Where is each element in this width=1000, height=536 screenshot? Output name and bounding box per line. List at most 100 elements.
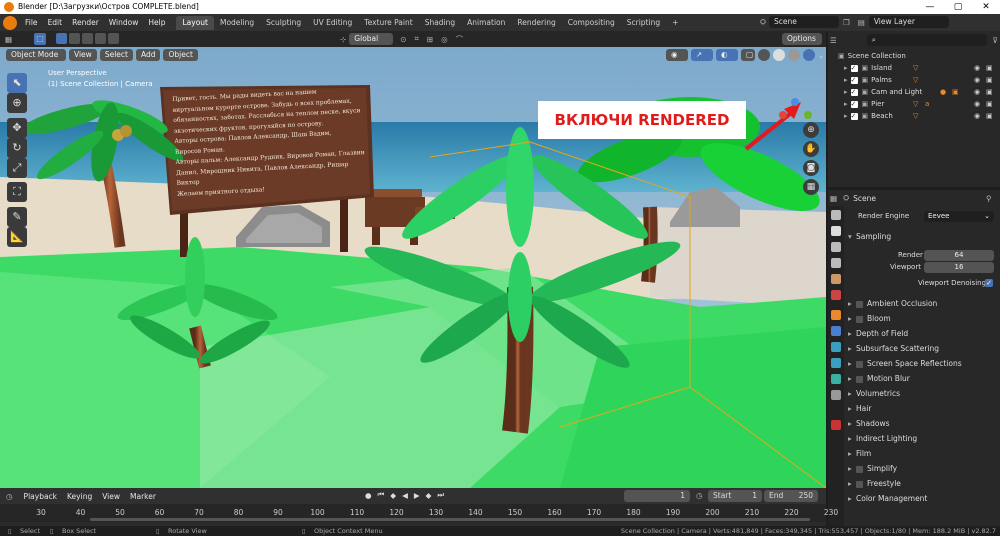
tab-rendering[interactable]: Rendering	[511, 16, 561, 30]
material-tab-icon[interactable]	[831, 420, 841, 430]
render-samples-field[interactable]: 64	[924, 250, 994, 261]
end-frame-field[interactable]: End 250	[764, 490, 818, 502]
visibility-eye-icon[interactable]: ◉	[974, 98, 980, 110]
tab-scripting[interactable]: Scripting	[621, 16, 666, 30]
panel-hair[interactable]: ▸ Hair	[848, 402, 996, 416]
xray-toggle-icon[interactable]: ▢	[741, 49, 755, 61]
panel-motion-blur[interactable]: ▸ Motion Blur	[848, 372, 996, 386]
tab-animation[interactable]: Animation	[461, 16, 511, 30]
panel-simplify[interactable]: ▸ Simplify	[848, 462, 996, 476]
constraints-tab-icon[interactable]	[831, 374, 841, 384]
snap-icon[interactable]: ⌗	[415, 34, 419, 44]
viewport-samples-field[interactable]: 16	[924, 262, 994, 273]
panel-subsurface-scattering[interactable]: ▸ Subsurface Scattering	[848, 342, 996, 356]
play-icon[interactable]: ▶	[414, 491, 420, 500]
properties-editor-icon[interactable]: ▦	[830, 194, 837, 203]
particles-tab-icon[interactable]	[831, 342, 841, 352]
transform-tool-icon[interactable]: ⛶	[7, 182, 27, 202]
start-frame-field[interactable]: Start 1	[708, 490, 762, 502]
panel-enable-checkbox[interactable]	[856, 480, 863, 488]
jump-keyframe-back-icon[interactable]: ◆	[390, 491, 396, 500]
camera-view-icon[interactable]: ◙	[803, 160, 819, 176]
visibility-eye-icon[interactable]: ◉	[974, 86, 980, 98]
shading-options-chevron-icon[interactable]: ⌄	[818, 51, 824, 60]
panel-volumetrics[interactable]: ▸ Volumetrics	[848, 387, 996, 401]
expand-icon[interactable]: ▸	[844, 88, 848, 96]
pin-icon[interactable]: ⚲	[986, 194, 992, 203]
physics-tab-icon[interactable]	[831, 358, 841, 368]
transform-orientation-dropdown[interactable]: Global	[349, 33, 394, 45]
wireframe-shading-icon[interactable]	[758, 49, 770, 61]
outliner-item-pier[interactable]: ▸▣Pier ▽a ◉▣	[828, 98, 1000, 110]
include-checkbox[interactable]	[850, 110, 858, 122]
jump-start-icon[interactable]: ⏮	[378, 490, 385, 500]
panel-film[interactable]: ▸ Film	[848, 447, 996, 461]
tab-compositing[interactable]: Compositing	[562, 16, 621, 30]
view-layer-tab-icon[interactable]	[831, 258, 841, 268]
render-camera-icon[interactable]: ▣	[986, 98, 993, 110]
outliner-item-island[interactable]: ▸▣Island ▽ ◉▣	[828, 62, 1000, 74]
options-dropdown[interactable]: Options	[782, 33, 822, 45]
visibility-icon[interactable]: ◉	[666, 49, 688, 61]
scene-tab-icon[interactable]	[831, 274, 841, 284]
timeline-editor-icon[interactable]: ◷	[6, 492, 13, 501]
tab-sculpting[interactable]: Sculpting	[260, 16, 307, 30]
select-mode-subtract-icon[interactable]	[82, 33, 93, 44]
jump-keyframe-forward-icon[interactable]: ◆	[426, 491, 432, 500]
solid-shading-icon[interactable]	[773, 49, 785, 61]
expand-icon[interactable]: ▸	[844, 100, 848, 108]
pan-hand-icon[interactable]: ✋	[803, 141, 819, 157]
maximize-button[interactable]: ▢	[944, 0, 972, 14]
add-menu[interactable]: Add	[135, 49, 161, 61]
include-checkbox[interactable]	[850, 74, 858, 86]
visibility-eye-icon[interactable]: ◉	[974, 62, 980, 74]
select-box-tool-icon[interactable]: ⬉	[7, 73, 27, 93]
tool-tab-icon[interactable]	[831, 210, 841, 220]
outliner-editor-icon[interactable]: ☰	[830, 36, 837, 45]
menu-render[interactable]: Render	[67, 14, 104, 31]
menu-window[interactable]: Window	[104, 14, 144, 31]
tab-modeling[interactable]: Modeling	[214, 16, 260, 30]
modifier-tab-icon[interactable]	[831, 326, 841, 336]
add-workspace-button[interactable]: +	[666, 16, 684, 30]
panel-freestyle[interactable]: ▸ Freestyle	[848, 477, 996, 491]
select-mode-invert-icon[interactable]	[95, 33, 106, 44]
data-tab-icon[interactable]	[831, 390, 841, 400]
scale-tool-icon[interactable]: ⤢	[7, 158, 27, 178]
overlays-toggle-icon[interactable]: ◐	[716, 49, 738, 61]
copy-scene-icon[interactable]: ❐	[843, 18, 850, 27]
panel-enable-checkbox[interactable]	[856, 465, 863, 473]
expand-icon[interactable]: ▸	[844, 64, 848, 72]
select-mode-new-icon[interactable]	[56, 33, 67, 44]
outliner-scene-collection[interactable]: ▣ Scene Collection	[828, 50, 1000, 62]
clock-icon[interactable]: ◷	[696, 491, 703, 500]
object-tab-icon[interactable]	[831, 310, 841, 320]
cursor-tool-icon[interactable]: ⊕	[7, 93, 27, 113]
rendered-shading-icon[interactable]	[803, 49, 815, 61]
panel-shadows[interactable]: ▸ Shadows	[848, 417, 996, 431]
rotate-tool-icon[interactable]: ↻	[7, 138, 27, 158]
panel-enable-checkbox[interactable]	[856, 300, 863, 308]
panel-indirect-lighting[interactable]: ▸ Indirect Lighting	[848, 432, 996, 446]
tab-texture-paint[interactable]: Texture Paint	[358, 16, 418, 30]
move-tool-icon[interactable]: ✥	[7, 118, 27, 138]
filter-icon[interactable]: ⊽	[993, 36, 999, 45]
output-tab-icon[interactable]	[831, 242, 841, 252]
tab-layout[interactable]: Layout	[176, 16, 214, 30]
menu-edit[interactable]: Edit	[43, 14, 68, 31]
panel-color-management[interactable]: ▸ Color Management	[848, 492, 996, 506]
panel-ambient-occlusion[interactable]: ▸ Ambient Occlusion	[848, 297, 996, 311]
record-icon[interactable]: ●	[365, 491, 372, 500]
select-mode-intersect-icon[interactable]	[108, 33, 119, 44]
falloff-icon[interactable]: ⌒	[456, 34, 464, 45]
sampling-panel-header[interactable]: ▾ Sampling	[848, 230, 996, 244]
render-camera-icon[interactable]: ▣	[986, 62, 993, 74]
panel-depth-of-field[interactable]: ▸ Depth of Field	[848, 327, 996, 341]
minimize-button[interactable]: —	[916, 0, 944, 14]
include-checkbox[interactable]	[850, 62, 858, 74]
select-tool-icon[interactable]: ⬚	[34, 33, 46, 45]
expand-icon[interactable]: ▸	[844, 112, 848, 120]
proportional-edit-icon[interactable]: ◎	[441, 35, 448, 44]
tab-shading[interactable]: Shading	[419, 16, 461, 30]
blender-menu-icon[interactable]	[3, 15, 17, 30]
